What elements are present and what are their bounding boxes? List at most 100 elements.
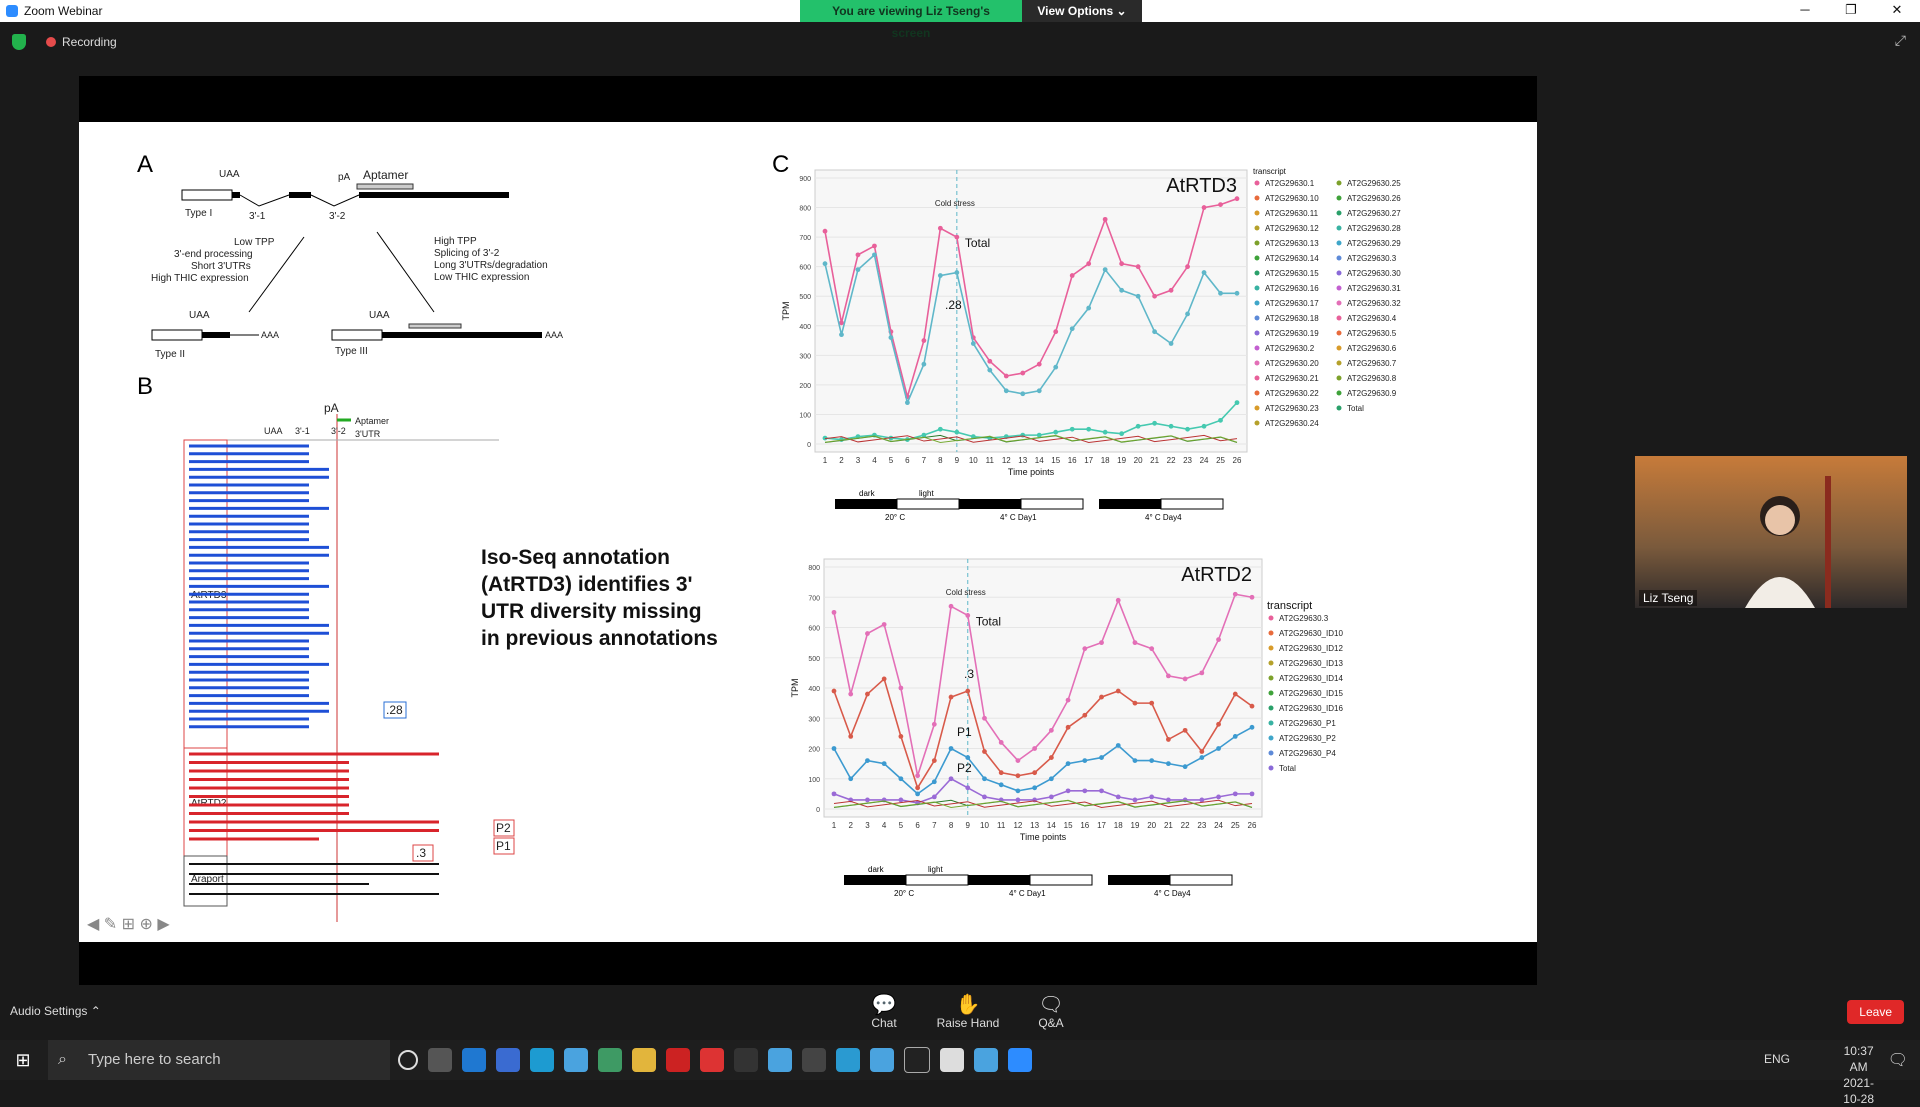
- pen-icon[interactable]: ✎: [104, 916, 117, 933]
- utr-block: [382, 332, 542, 338]
- app-icon[interactable]: [974, 1048, 998, 1072]
- data-point: [1048, 794, 1054, 800]
- zoom-icon[interactable]: ⊕: [139, 916, 152, 933]
- data-point: [1020, 391, 1026, 397]
- slide-canvas: A UAA pA Aptamer Type I 3'-1 3'-2 Low TP…: [137, 151, 1401, 922]
- edge-icon[interactable]: [530, 1048, 554, 1072]
- x-tick-label: 26: [1248, 821, 1257, 830]
- app-icon[interactable]: [496, 1048, 520, 1072]
- data-point: [1102, 267, 1108, 273]
- legend-entry: AT2G29630.10: [1265, 194, 1319, 203]
- viewing-screen-label: You are viewing Liz Tseng's screen: [800, 0, 1022, 40]
- next-arrow-icon[interactable]: ▶: [157, 916, 169, 933]
- view-options-button[interactable]: View Options ⌄: [1022, 0, 1142, 22]
- globe-icon[interactable]: [598, 1048, 622, 1072]
- x-tick-label: 1: [823, 456, 828, 465]
- x-tick-label: 19: [1131, 821, 1140, 830]
- share-banner: You are viewing Liz Tseng's screen View …: [800, 0, 1142, 40]
- task-view-icon[interactable]: [428, 1048, 452, 1072]
- legend-entry: AT2G29630.25: [1347, 179, 1401, 188]
- legend-marker: [1336, 360, 1342, 366]
- clock[interactable]: 10:37 AM 2021-10-28: [1843, 1043, 1874, 1107]
- app-icon[interactable]: [940, 1048, 964, 1072]
- language-indicator[interactable]: ENG: [1764, 1052, 1790, 1066]
- day4-label: 4° C Day4: [1154, 889, 1191, 898]
- intron-line: [239, 194, 290, 207]
- shield-icon[interactable]: [12, 34, 26, 50]
- audio-settings-button[interactable]: Audio Settings ⌃: [10, 1004, 101, 1018]
- data-point: [1166, 737, 1171, 742]
- window-controls: ─ ❐ ✕: [1782, 0, 1920, 22]
- minimize-button[interactable]: ─: [1782, 0, 1828, 22]
- cold-stress-label: Cold stress: [935, 199, 975, 208]
- slide: A UAA pA Aptamer Type I 3'-1 3'-2 Low TP…: [79, 122, 1537, 942]
- data-point: [1086, 305, 1092, 311]
- notification-icon[interactable]: 🗨: [1888, 1050, 1908, 1070]
- folder-icon[interactable]: [632, 1048, 656, 1072]
- app-icon[interactable]: [666, 1048, 690, 1072]
- total-annotation: Total: [976, 614, 1001, 628]
- qa-button[interactable]: 🗨 Q&A: [1021, 994, 1081, 1030]
- app-icon[interactable]: [802, 1048, 826, 1072]
- grid-icon[interactable]: ⊞: [122, 916, 135, 933]
- close-button[interactable]: ✕: [1874, 0, 1920, 22]
- restore-button[interactable]: ❐: [1828, 0, 1874, 22]
- data-point: [1152, 420, 1157, 426]
- speaker-name: Liz Tseng: [1639, 590, 1698, 606]
- app-icon[interactable]: [700, 1048, 724, 1072]
- data-point: [831, 688, 837, 694]
- chrome-icon[interactable]: [564, 1048, 588, 1072]
- speaker-video[interactable]: Liz Tseng: [1635, 456, 1907, 608]
- legend-marker: [1254, 360, 1260, 366]
- exon-box: [181, 189, 233, 201]
- x-tick-label: 21: [1150, 456, 1159, 465]
- chart-title: AtRTD2: [1181, 564, 1252, 586]
- legend-entry: Total: [1279, 764, 1296, 773]
- data-point: [1003, 373, 1009, 379]
- app-icon[interactable]: [870, 1048, 894, 1072]
- data-point: [1182, 764, 1188, 770]
- data-point: [915, 773, 920, 779]
- recording-indicator[interactable]: Recording: [46, 35, 117, 49]
- app-icon[interactable]: [904, 1047, 930, 1073]
- cortana-icon[interactable]: [398, 1050, 418, 1070]
- x-tick-label: 11: [997, 821, 1006, 830]
- taskbar-search[interactable]: ⌕ Type here to search: [48, 1040, 390, 1080]
- data-point: [1065, 788, 1071, 794]
- ie-icon[interactable]: [462, 1048, 486, 1072]
- legend-marker: [1336, 240, 1342, 246]
- data-point: [1232, 791, 1238, 797]
- s31-label: 3'-1: [295, 426, 310, 436]
- chevron-up-icon: ⌃: [90, 1004, 101, 1018]
- leave-button[interactable]: Leave: [1847, 1000, 1904, 1024]
- s32-label: 3'-2: [329, 211, 346, 222]
- utr-label: 3'UTR: [355, 429, 381, 439]
- chat-button[interactable]: 💬 Chat: [854, 994, 914, 1030]
- data-point: [948, 746, 954, 751]
- app-icon[interactable]: [836, 1048, 860, 1072]
- status-row: Recording ⤢: [0, 22, 1920, 62]
- data-point: [898, 734, 904, 739]
- app-icon[interactable]: [734, 1048, 758, 1072]
- raise-hand-button[interactable]: ✋ Raise Hand: [936, 994, 1000, 1030]
- legend-marker: [1254, 285, 1260, 291]
- windows-start-icon[interactable]: ⊞: [0, 1040, 46, 1080]
- fullscreen-icon[interactable]: ⤢: [1895, 32, 1906, 49]
- data-point: [1199, 749, 1205, 754]
- data-point: [954, 270, 960, 275]
- data-point: [1166, 797, 1171, 803]
- chart-title: AtRTD3: [1166, 175, 1237, 197]
- zoom-taskbar-icon[interactable]: [1008, 1048, 1032, 1072]
- x-tick-label: 16: [1068, 456, 1077, 465]
- legend-entry: AT2G29630.29: [1347, 239, 1401, 248]
- legend-entry: AT2G29630.7: [1347, 359, 1397, 368]
- data-point: [1069, 326, 1075, 332]
- exon-block: [202, 332, 230, 338]
- prev-arrow-icon[interactable]: ◀: [87, 916, 99, 933]
- x-tick-label: 5: [889, 456, 894, 465]
- exon-box: [331, 329, 383, 341]
- app-icon[interactable]: [768, 1048, 792, 1072]
- data-point: [848, 691, 854, 697]
- legend-entry: AT2G29630.13: [1265, 239, 1319, 248]
- data-point: [1099, 755, 1104, 760]
